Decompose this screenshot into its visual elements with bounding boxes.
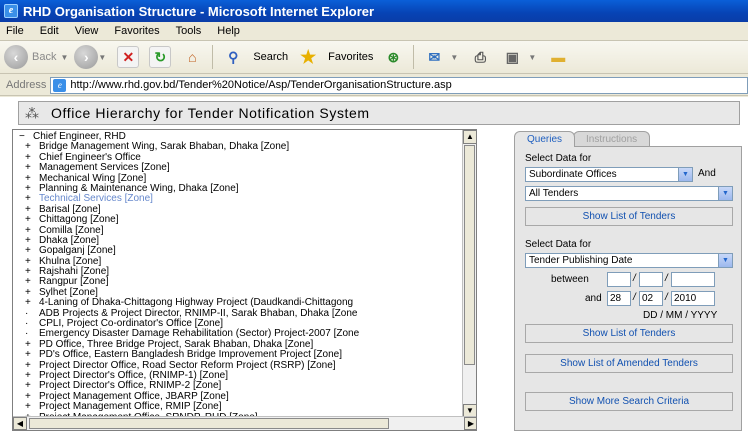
home-icon[interactable]: ⌂ [181,46,203,68]
ie-logo-icon: e [4,4,18,18]
history-icon[interactable]: ✉ [423,46,445,68]
menu-file[interactable]: File [6,25,24,37]
address-input[interactable]: e http://www.rhd.gov.bd/Tender%20Notice/… [50,76,748,94]
menu-tools[interactable]: Tools [176,25,202,37]
page-header: ⁂ Office Hierarchy for Tender Notificati… [18,101,740,125]
date-slash: / [665,273,668,284]
title-bar: e RHD Organisation Structure - Microsoft… [0,0,748,22]
between-label: between [551,274,589,285]
show-amended-tenders-button[interactable]: Show List of Amended Tenders [525,354,733,373]
tree-item[interactable]: + Project Management Office, RMIP [Zone] [19,401,464,412]
hscroll-thumb[interactable] [29,418,389,429]
tab-queries[interactable]: Queries [514,131,576,147]
address-label: Address [6,79,47,91]
scroll-up-icon[interactable]: ▲ [463,130,476,144]
scroll-left-icon[interactable]: ◀ [13,417,27,430]
tree-item-label[interactable]: Chittagong [Zone] [39,214,119,225]
expand-icon[interactable]: + [25,214,39,225]
back-arrow-icon[interactable]: ‹ [4,45,28,69]
forward-dropdown-icon[interactable]: ▼ [98,53,106,62]
office-tree: − Chief Engineer, RHD + Bridge Management W… [13,130,464,418]
tree-vertical-scrollbar[interactable]: ▲ ▼ [462,130,476,418]
chevron-down-icon[interactable]: ▼ [678,168,692,181]
hierarchy-icon: ⁂ [25,105,39,121]
date-slash: / [633,292,636,303]
page-icon: e [53,78,67,92]
forward-arrow-icon[interactable]: › [74,45,99,69]
and-lower-label: and [585,293,602,304]
media-icon[interactable]: ⊛ [382,46,404,68]
folder-icon[interactable]: ▬ [547,46,569,68]
to-day-input[interactable]: 28 [607,291,631,306]
toolbar-separator [413,45,415,69]
toolbar: ‹ Back ▼ › ▼ ✕ ↻ ⌂ ⚲ Search ★ Favorites … [0,41,748,74]
tab-instructions[interactable]: Instructions [573,131,651,147]
date-slash: / [633,273,636,284]
and-label: And [698,168,716,179]
page-title: Office Hierarchy for Tender Notification… [51,105,370,121]
edit-dropdown-icon[interactable]: ▼ [528,53,536,62]
expand-icon[interactable]: + [25,401,39,412]
from-year-input[interactable] [671,272,715,287]
date-criteria-select[interactable]: Tender Publishing Date ▼ [525,253,733,268]
date-slash: / [665,292,668,303]
favorites-button[interactable]: Favorites [328,51,373,63]
show-more-search-criteria-button[interactable]: Show More Search Criteria [525,392,733,411]
search-button[interactable]: Search [253,51,288,63]
show-list-of-tenders-button[interactable]: Show List of Tenders [525,207,733,226]
menu-bar: File Edit View Favorites Tools Help [0,22,748,41]
tree-item[interactable]: + Management Services [Zone] [19,162,464,173]
tree-item[interactable]: + Chittagong [Zone] [19,214,464,225]
select-data-label-2: Select Data for [525,239,592,250]
scroll-thumb[interactable] [464,145,475,365]
date-format-hint: DD / MM / YYYY [643,310,718,321]
select-data-label: Select Data for [525,153,592,164]
tender-type-select[interactable]: All Tenders ▼ [525,186,733,201]
address-bar: Address e http://www.rhd.gov.bd/Tender%2… [0,75,748,96]
refresh-icon[interactable]: ↻ [149,46,172,68]
search-icon[interactable]: ⚲ [222,46,244,68]
window-title: RHD Organisation Structure - Microsoft I… [23,3,375,19]
tree-item-label[interactable]: Project Management Office, RMIP [Zone] [39,401,222,412]
menu-favorites[interactable]: Favorites [114,25,159,37]
stop-icon[interactable]: ✕ [117,46,140,68]
menu-view[interactable]: View [75,25,99,37]
to-year-input[interactable]: 2010 [671,291,715,306]
back-button[interactable]: Back [32,51,56,63]
office-scope-select[interactable]: Subordinate Offices ▼ [525,167,693,182]
chevron-down-icon[interactable]: ▼ [718,254,732,267]
tree-horizontal-scrollbar[interactable]: ◀ ▶ [13,416,476,430]
edit-icon[interactable]: ▣ [501,46,523,68]
show-list-of-tenders-button-2[interactable]: Show List of Tenders [525,324,733,343]
menu-edit[interactable]: Edit [40,25,59,37]
mail-dropdown-icon[interactable]: ▼ [450,53,458,62]
query-tabs: Queries Instructions [514,131,651,147]
toolbar-separator [212,45,214,69]
to-month-input[interactable]: 02 [639,291,663,306]
menu-help[interactable]: Help [217,25,240,37]
page-content: ⁂ Office Hierarchy for Tender Notificati… [0,97,748,433]
from-day-input[interactable] [607,272,631,287]
browser-window: e RHD Organisation Structure - Microsoft… [0,0,748,433]
print-icon[interactable]: ⎙ [469,46,491,68]
scroll-right-icon[interactable]: ▶ [464,417,476,430]
queries-tab-body: Select Data for Subordinate Offices ▼ An… [514,146,742,431]
address-url[interactable]: http://www.rhd.gov.bd/Tender%20Notice/As… [70,79,451,91]
tender-type-value: All Tenders [529,188,579,199]
office-tree-panel: − Chief Engineer, RHD + Bridge Management W… [12,129,477,431]
office-scope-value: Subordinate Offices [529,169,617,180]
chevron-down-icon[interactable]: ▼ [718,187,732,200]
date-criteria-value: Tender Publishing Date [529,255,633,266]
favorites-star-icon[interactable]: ★ [297,46,319,68]
from-month-input[interactable] [639,272,663,287]
query-panel: Queries Instructions Select Data for Sub… [514,131,744,431]
back-dropdown-icon[interactable]: ▼ [60,53,68,62]
